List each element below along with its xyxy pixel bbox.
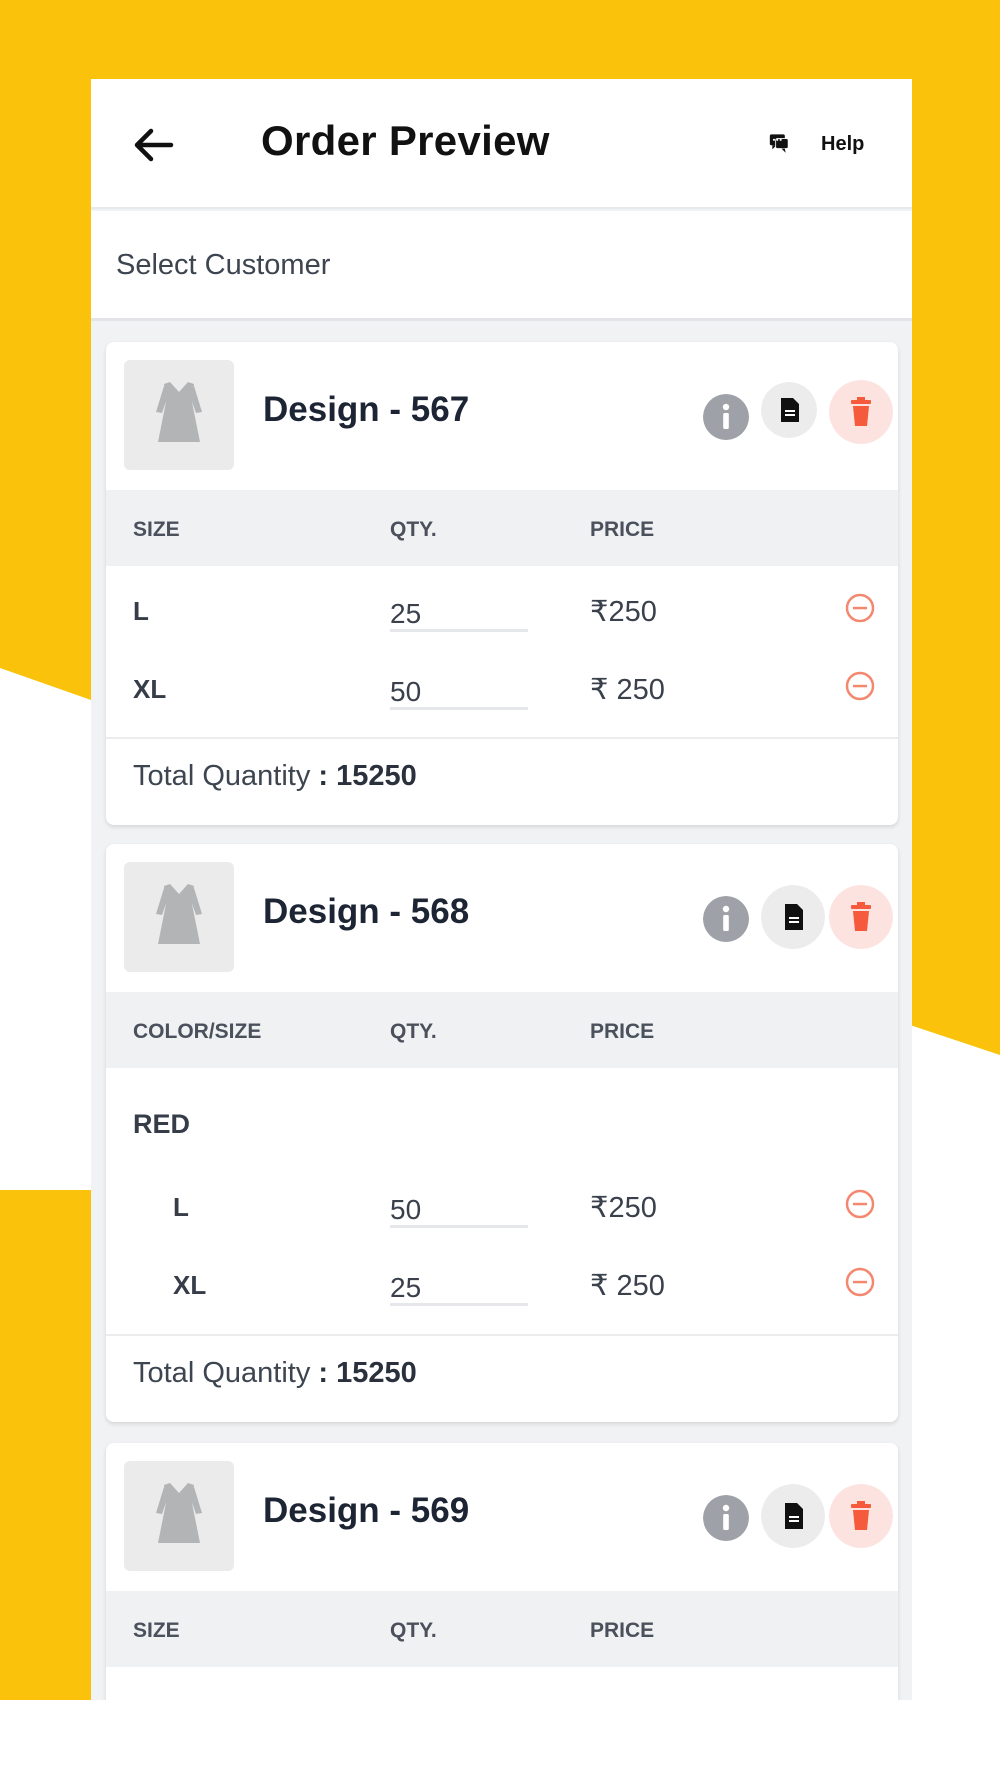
total-label: Total Quantity <box>133 760 311 792</box>
table-row: XL 25 ₹ 250 <box>106 1246 898 1324</box>
color-group-label: RED <box>133 1109 191 1139</box>
divider <box>106 1334 898 1336</box>
document-icon[interactable] <box>761 1484 825 1548</box>
total-label: Total Quantity <box>133 1357 311 1389</box>
product-thumbnail <box>124 1461 234 1571</box>
info-icon[interactable] <box>703 896 749 942</box>
remove-icon[interactable] <box>844 1188 876 1220</box>
column-header: QTY. <box>390 1020 437 1043</box>
delete-icon[interactable] <box>829 885 893 949</box>
price-value: ₹ 250 <box>590 674 665 706</box>
chat-help-icon[interactable] <box>769 119 819 169</box>
column-header: PRICE <box>590 1020 655 1043</box>
total-quantity: Total Quantity : 15250 <box>133 760 417 793</box>
select-customer-field[interactable]: Select Customer <box>91 211 912 321</box>
divider <box>106 737 898 739</box>
size-value: XL <box>133 674 167 704</box>
design-name: Design - 569 <box>263 1491 470 1530</box>
page-title: Order Preview <box>261 117 550 164</box>
column-header: COLOR/SIZE <box>133 1020 262 1043</box>
info-icon[interactable] <box>703 394 749 440</box>
quantity-input[interactable]: 50 <box>390 1188 528 1228</box>
table-header: SIZE QTY. PRICE <box>106 1591 898 1667</box>
info-icon[interactable] <box>703 1495 749 1541</box>
phone-screen: Order Preview Help Select Customer Desig… <box>91 79 912 1700</box>
quantity-input[interactable]: 25 <box>390 592 528 632</box>
dress-icon <box>156 382 202 442</box>
price-value: ₹250 <box>590 1192 657 1224</box>
design-name: Design - 567 <box>263 390 470 429</box>
dress-icon <box>156 1483 202 1543</box>
delete-icon[interactable] <box>829 1484 893 1548</box>
product-thumbnail <box>124 360 234 470</box>
column-header: QTY. <box>390 518 437 541</box>
remove-icon[interactable] <box>844 592 876 624</box>
document-icon[interactable] <box>761 885 825 949</box>
back-arrow-icon[interactable] <box>131 123 175 167</box>
total-quantity: Total Quantity : 15250 <box>133 1357 417 1390</box>
table-row: L 25 ₹250 <box>106 572 898 650</box>
app-header: Order Preview Help <box>91 79 912 209</box>
quantity-input[interactable]: 50 <box>390 670 528 710</box>
table-row: XL 50 ₹ 250 <box>106 650 898 728</box>
design-card: Design - 569 SIZE QTY. PRICE <box>106 1443 898 1700</box>
column-header: PRICE <box>590 1619 655 1642</box>
design-card: Design - 567 SIZE QTY. PRICE L 25 ₹250 X… <box>106 342 898 825</box>
remove-icon[interactable] <box>844 670 876 702</box>
column-header: QTY. <box>390 1619 437 1642</box>
remove-icon[interactable] <box>844 1266 876 1298</box>
price-value: ₹ 250 <box>590 1270 665 1302</box>
select-customer-label: Select Customer <box>116 249 331 281</box>
product-thumbnail <box>124 862 234 972</box>
table-header: SIZE QTY. PRICE <box>106 490 898 566</box>
total-value: : 15250 <box>318 760 417 792</box>
design-card: Design - 568 COLOR/SIZE QTY. PRICE RED L… <box>106 844 898 1422</box>
quantity-input[interactable]: 25 <box>390 1266 528 1306</box>
design-name: Design - 568 <box>263 892 470 931</box>
size-value: L <box>133 596 149 626</box>
table-header: COLOR/SIZE QTY. PRICE <box>106 992 898 1068</box>
size-value: L <box>173 1192 189 1222</box>
document-icon[interactable] <box>761 382 817 438</box>
price-value: ₹250 <box>590 596 657 628</box>
total-value: : 15250 <box>318 1357 417 1389</box>
column-header: SIZE <box>133 1619 180 1642</box>
table-row: L 50 ₹250 <box>106 1168 898 1246</box>
dress-icon <box>156 884 202 944</box>
column-header: PRICE <box>590 518 655 541</box>
size-value: XL <box>173 1270 207 1300</box>
delete-icon[interactable] <box>829 380 893 444</box>
help-label[interactable]: Help <box>821 133 864 156</box>
column-header: SIZE <box>133 518 180 541</box>
